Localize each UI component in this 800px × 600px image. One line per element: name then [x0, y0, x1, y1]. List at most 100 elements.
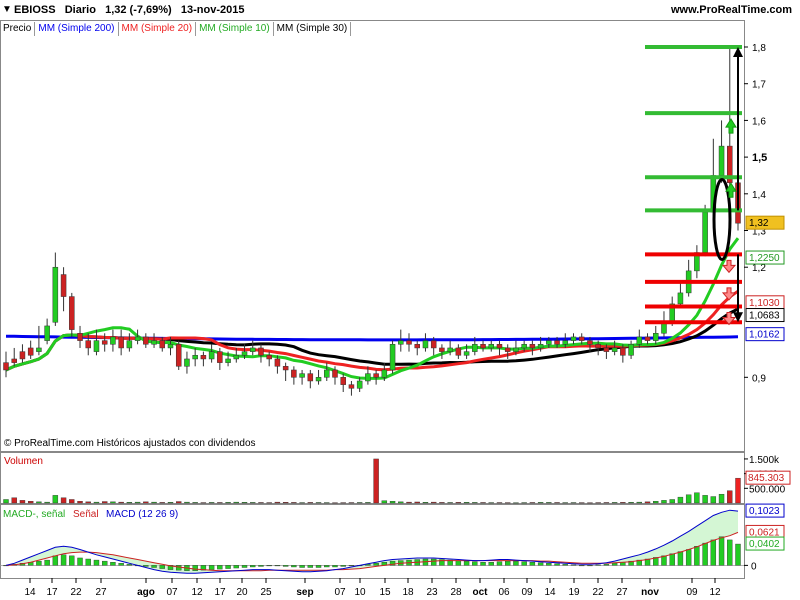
macd-histogram-bar — [151, 565, 157, 568]
macd-histogram-bar — [579, 565, 585, 567]
candle-body — [718, 145, 725, 176]
macd-histogram-bar — [340, 565, 346, 567]
volume-bar — [389, 501, 396, 504]
volume-bar — [282, 502, 289, 504]
candle-body — [472, 344, 478, 352]
macd-histogram-bar — [266, 565, 272, 567]
candle-body — [537, 344, 544, 349]
candle-body — [184, 358, 190, 367]
macd-histogram-bar — [85, 558, 91, 566]
volume-bar — [554, 502, 560, 504]
volume-bar — [307, 502, 314, 504]
macd-histogram-bar — [291, 565, 297, 568]
x-tick-label: 19 — [568, 587, 580, 598]
volume-panel[interactable] — [0, 452, 745, 504]
candle-body — [291, 369, 297, 378]
volume-bar — [702, 495, 708, 504]
candle-body — [513, 347, 519, 352]
volume-bar — [44, 501, 50, 504]
candle-body — [332, 369, 338, 378]
volume-bar — [661, 500, 667, 504]
volume-bar — [365, 502, 371, 504]
volume-bar — [36, 501, 42, 504]
macd-histogram-bar — [233, 565, 239, 569]
macd-histogram-bar — [159, 565, 165, 569]
volume-bar — [430, 501, 437, 504]
candle-body — [455, 347, 462, 356]
volume-bar — [653, 501, 659, 504]
candle-body — [570, 336, 577, 341]
x-tick-label: 17 — [46, 587, 58, 598]
volume-bar — [694, 492, 700, 504]
volume-bar — [398, 501, 404, 504]
volume-bar — [85, 501, 91, 504]
volume-bar — [685, 494, 692, 504]
price-tag: 1,32 — [745, 215, 785, 230]
macd-histogram-bar — [521, 561, 527, 566]
macd-histogram-bar — [480, 562, 486, 566]
volume-bar — [521, 502, 527, 504]
volume-tick-label: 1.500k — [749, 455, 780, 466]
x-tick-label: 14 — [544, 587, 556, 598]
volume-bar — [19, 500, 26, 504]
macd-histogram-bar — [52, 555, 59, 566]
x-tick-label: 06 — [498, 587, 510, 598]
x-tick-label: 12 — [709, 587, 721, 598]
price-tag: 1,0683 — [745, 308, 785, 323]
volume-bar — [134, 501, 141, 504]
macd-label-hist: MACD-, señal — [3, 509, 65, 520]
volume-bar — [718, 493, 725, 504]
x-tick-label: 17 — [214, 587, 226, 598]
macd-histogram-bar — [430, 558, 437, 566]
candle-body — [175, 344, 182, 367]
macd-histogram-bar — [258, 565, 264, 567]
candle-body — [340, 377, 346, 385]
volume-bar — [200, 502, 207, 504]
macd-histogram-bar — [718, 536, 725, 566]
macd-label-macd: MACD (12 26 9) — [106, 509, 178, 520]
volume-bar — [710, 496, 717, 504]
volume-bar — [208, 502, 215, 504]
candle-body — [93, 340, 100, 352]
macd-histogram-bar — [496, 561, 503, 566]
x-tick-label: 27 — [95, 587, 107, 598]
macd-histogram-bar — [661, 555, 667, 566]
macd-histogram-bar — [702, 542, 708, 566]
volume-bar — [463, 502, 470, 504]
macd-histogram-bar — [685, 549, 692, 566]
candle-body — [249, 347, 256, 352]
x-tick-label: 14 — [24, 587, 36, 598]
macd-histogram-bar — [529, 562, 536, 566]
price-tag-label: 1,2250 — [749, 253, 780, 264]
volume-bar — [217, 502, 223, 504]
price-tag: 1,2250 — [745, 250, 785, 265]
price-panel[interactable] — [0, 20, 745, 452]
volume-bar — [562, 502, 568, 504]
candle-body — [52, 266, 59, 323]
macd-histogram-bar — [217, 565, 223, 570]
macd-histogram-bar — [101, 560, 108, 566]
candle-body — [381, 369, 388, 378]
macd-value-label: 0,0402 — [749, 539, 780, 550]
copyright-text: © ProRealTime.com Históricos ajustados c… — [4, 438, 256, 449]
volume-bar — [324, 502, 330, 504]
candle-body — [480, 344, 486, 349]
candle-body — [587, 340, 593, 345]
candle-body — [398, 340, 404, 345]
macd-histogram-bar — [570, 564, 577, 566]
volume-bar — [439, 502, 445, 504]
candle-body — [447, 347, 453, 352]
volume-tick-label: 500.000 — [749, 484, 786, 495]
macd-histogram-bar — [488, 562, 494, 566]
volume-bar — [184, 501, 190, 504]
stock-chart[interactable]: 14 17 22 27 ago 07 12 17 20 25 sep 07 10 15 18 23 28 oct 0… — [0, 0, 800, 600]
macd-histogram-bar — [282, 565, 289, 567]
macd-value-tag: 0,1023 — [745, 503, 785, 518]
candle-body — [496, 344, 503, 349]
candle-body — [529, 344, 536, 349]
macd-histogram-bar — [348, 565, 355, 567]
macd-histogram-bar — [118, 563, 124, 566]
volume-bar — [250, 502, 256, 504]
volume-bar — [3, 499, 9, 504]
candle-body — [225, 358, 231, 363]
